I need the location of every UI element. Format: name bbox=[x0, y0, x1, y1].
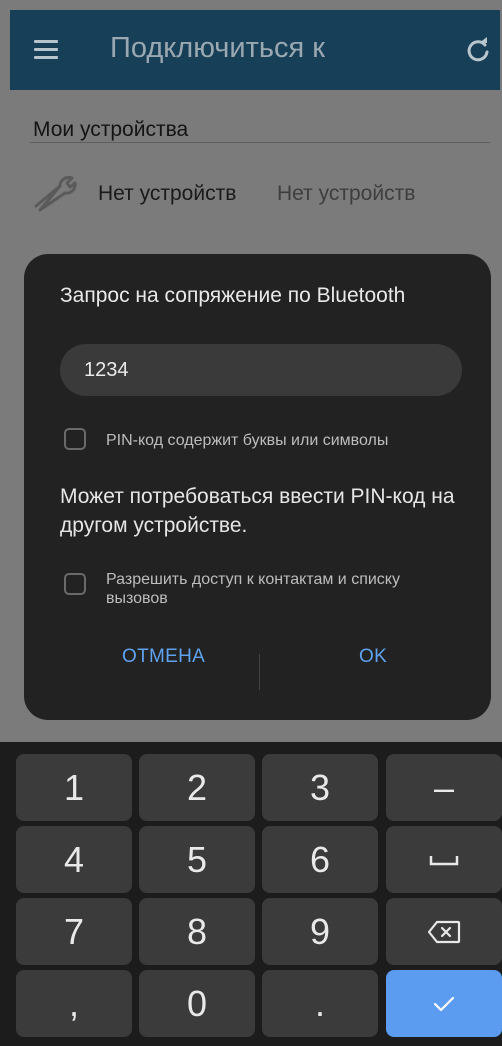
key-9[interactable]: 9 bbox=[262, 898, 378, 965]
pin-input[interactable]: 1234 bbox=[60, 344, 462, 396]
app-bar-title: Подключиться к bbox=[110, 32, 325, 64]
app-bar: Подключиться к bbox=[10, 10, 500, 90]
key-space[interactable] bbox=[386, 826, 502, 893]
key-8[interactable]: 8 bbox=[139, 898, 255, 965]
key-confirm[interactable] bbox=[386, 970, 502, 1037]
key-backspace[interactable] bbox=[386, 898, 502, 965]
menu-icon[interactable] bbox=[34, 40, 58, 60]
key-period[interactable]: . bbox=[262, 970, 378, 1037]
ok-button[interactable]: OK bbox=[359, 646, 387, 668]
contacts-access-checkbox[interactable] bbox=[64, 573, 86, 595]
button-divider bbox=[259, 654, 260, 690]
device-status: Нет устройств bbox=[277, 182, 416, 205]
space-icon bbox=[429, 855, 459, 865]
key-comma[interactable]: , bbox=[16, 970, 132, 1037]
bluetooth-pairing-dialog: Запрос на сопряжение по Bluetooth 1234 P… bbox=[24, 254, 491, 720]
key-2[interactable]: 2 bbox=[139, 754, 255, 821]
pin-letters-checkbox[interactable] bbox=[64, 428, 86, 450]
pin-letters-option[interactable]: PIN-код содержит буквы или символы bbox=[64, 428, 388, 450]
section-divider bbox=[30, 142, 490, 143]
wrench-icon bbox=[34, 176, 77, 212]
key-minus[interactable]: – bbox=[386, 754, 502, 821]
cancel-button[interactable]: ОТМЕНА bbox=[122, 646, 205, 668]
key-6[interactable]: 6 bbox=[262, 826, 378, 893]
key-0[interactable]: 0 bbox=[139, 970, 255, 1037]
dialog-title: Запрос на сопряжение по Bluetooth bbox=[60, 284, 406, 307]
backspace-icon bbox=[427, 920, 461, 943]
key-3[interactable]: 3 bbox=[262, 754, 378, 821]
numeric-keyboard: 1 2 3 – 4 5 6 7 8 9 , 0 . bbox=[0, 742, 502, 1046]
device-name: Нет устройств bbox=[98, 182, 237, 205]
contacts-access-label: Разрешить доступ к контактам и списку вы… bbox=[106, 571, 400, 607]
key-5[interactable]: 5 bbox=[139, 826, 255, 893]
section-title: Мои устройства bbox=[33, 118, 189, 141]
refresh-icon[interactable] bbox=[464, 36, 492, 64]
screen: Подключиться к Мои устройства Нет устрой… bbox=[0, 0, 502, 1046]
checkmark-icon bbox=[433, 996, 455, 1011]
dialog-message: Может потребоваться ввести PIN-код на др… bbox=[60, 485, 455, 537]
pin-letters-label: PIN-код содержит буквы или символы bbox=[106, 432, 389, 449]
key-4[interactable]: 4 bbox=[16, 826, 132, 893]
key-7[interactable]: 7 bbox=[16, 898, 132, 965]
key-1[interactable]: 1 bbox=[16, 754, 132, 821]
device-row[interactable]: Нет устройств Нет устройств bbox=[30, 172, 490, 212]
contacts-access-option[interactable]: Разрешить доступ к контактам и списку вы… bbox=[64, 570, 456, 608]
